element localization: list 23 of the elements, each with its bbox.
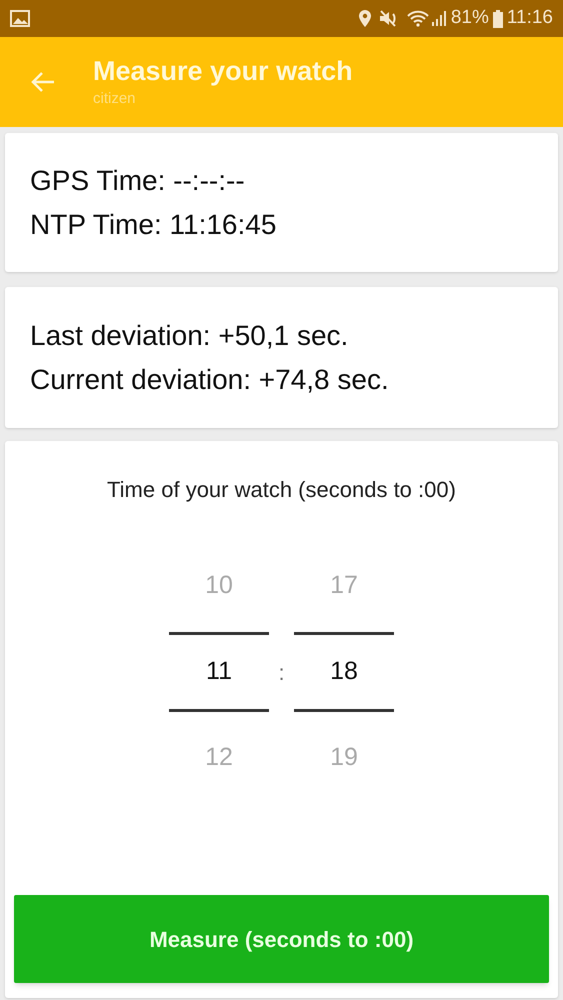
picker-value[interactable]: 10 xyxy=(169,546,269,626)
info-line: Last deviation: +50,1 sec. xyxy=(30,318,350,352)
location-icon xyxy=(358,10,371,27)
selected-value[interactable]: 18 xyxy=(294,632,394,712)
picker-value[interactable]: 12 xyxy=(169,718,269,798)
separator: : xyxy=(277,658,286,686)
screen-title: Measure your watch xyxy=(93,55,353,88)
picker-label: Time of your watch (seconds to :00) xyxy=(107,476,456,504)
back-arrow-icon xyxy=(30,71,56,93)
wifi-icon xyxy=(406,10,429,27)
measure-button[interactable]: Measure (seconds to :00) xyxy=(14,895,549,983)
info-line: GPS Time: --:--:-- xyxy=(30,164,246,198)
picker-value[interactable]: 17 xyxy=(294,546,394,626)
picker-value[interactable]: 19 xyxy=(294,718,394,798)
signal-icon xyxy=(430,10,447,27)
info-line: NTP Time: 11:16:45 xyxy=(30,208,278,242)
screen-subtitle: citizen xyxy=(93,89,137,109)
info-line: Current deviation: +74,8 sec. xyxy=(30,362,390,396)
selected-value[interactable]: 11 xyxy=(169,632,269,712)
image-icon xyxy=(10,10,30,27)
battery-percent: 81% xyxy=(450,6,489,30)
battery-icon xyxy=(492,10,503,28)
clock: 11:16 xyxy=(506,6,553,30)
